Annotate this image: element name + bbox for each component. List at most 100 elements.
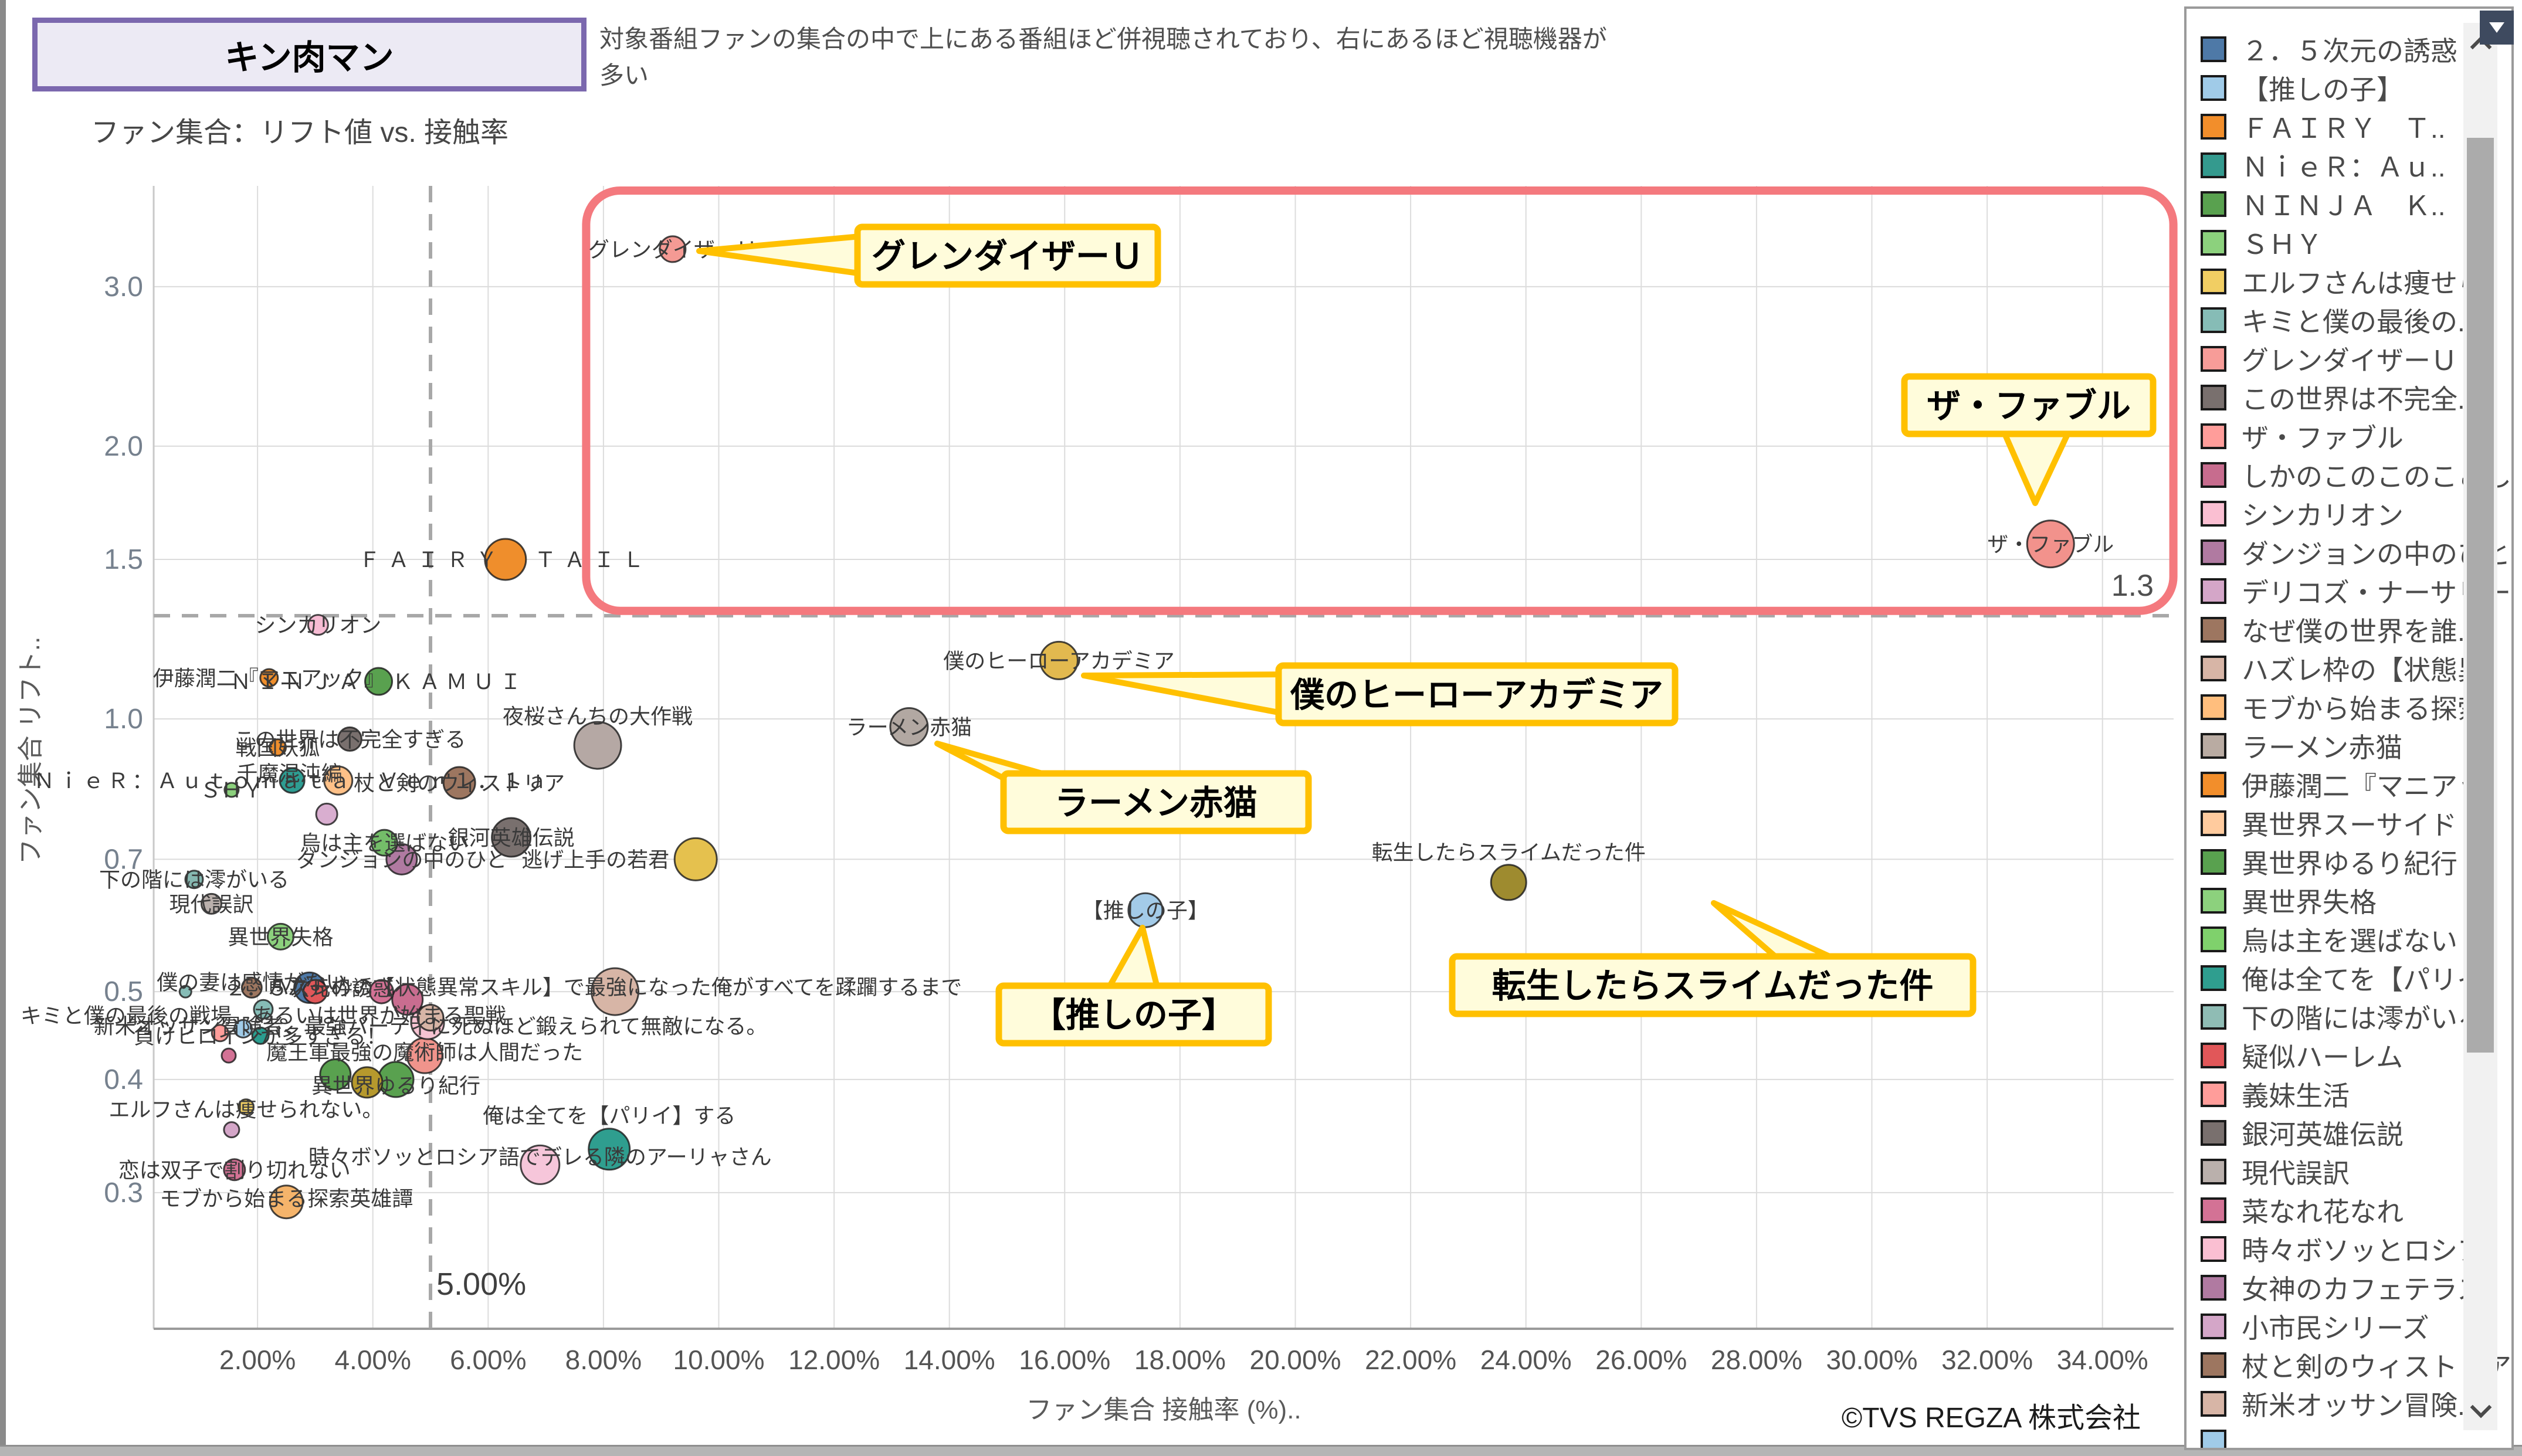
legend-color-swatch [2201,1430,2226,1450]
legend-color-swatch [2201,1120,2226,1146]
legend-item[interactable]: 疑似ハーレム [2201,1036,2435,1075]
legend-item-label: 伊藤潤二『マニアッ.. [2242,765,2500,804]
legend-item[interactable]: 異世界失格 [2201,881,2435,920]
legend-item[interactable]: 異世界ゆるり紀行 [2201,843,2435,881]
legend-item[interactable]: 小市民シリーズ [2201,1307,2435,1346]
legend-color-swatch [2201,230,2226,256]
legend-color-swatch [2201,926,2226,952]
legend-scrollbar[interactable] [2463,23,2497,1430]
legend-item[interactable]: 下の階には澪がいる [2201,997,2435,1036]
legend-item-label: … [2242,1427,2269,1450]
legend-item[interactable]: 時々ボソッとロシア.. [2201,1230,2435,1268]
legend-item[interactable]: グレンダイザーＵ [2201,340,2435,378]
x-tick-label: 16.00% [1019,1345,1110,1375]
legend-item[interactable]: 現代誤訳 [2201,1152,2435,1191]
legend-item[interactable]: 烏は主を選ばない [2201,920,2435,959]
bubble[interactable] [1491,865,1526,900]
legend-scrollbar-thumb[interactable] [2467,138,2494,1053]
legend-item[interactable]: ザ・ファブル [2201,417,2435,456]
legend-item-label: 菜なれ花なれ [2242,1191,2404,1230]
legend-item[interactable]: ハズレ枠の【状態異.. [2201,649,2435,688]
legend-item-label: キミと僕の最後の.. [2242,301,2473,340]
legend-item[interactable]: 銀河英雄伝説 [2201,1114,2435,1152]
bubble-label: 僕のヒーローアカデミア [943,649,1175,673]
legend-item[interactable]: 菜なれ花なれ [2201,1191,2435,1230]
bubble-label: 恋は双子で割り切れない [118,1158,351,1182]
program-title-box[interactable]: キン肉マン [32,18,587,91]
legend-item-label: エルフさんは痩せら.. [2242,262,2500,301]
legend-color-swatch [2201,617,2226,643]
legend-item-label: ＦＡＩＲＹ Ｔ.. [2242,107,2446,146]
legend-item-label: 異世界スーサイド・.. [2242,804,2499,843]
legend-item[interactable]: 伊藤潤二『マニアッ.. [2201,765,2435,804]
bubble-label: 下の階には澪がいる [99,868,289,892]
legend-item-label: 異世界失格 [2242,881,2377,920]
bubble[interactable] [222,1048,236,1063]
legend-item[interactable]: しかのこのこのここし.. [2201,456,2435,494]
legend-item[interactable]: 杖と剣のウィストリア [2201,1346,2435,1384]
legend-item-label: 時々ボソッとロシア.. [2242,1230,2500,1268]
y-tick-label: 1.5 [104,544,143,575]
bubble[interactable] [574,722,621,769]
legend-sort-icon[interactable] [2480,11,2514,45]
legend-item[interactable]: この世界は不完全.. [2201,378,2435,417]
legend-item[interactable]: 新米オッサン冒険.. [2201,1384,2435,1423]
legend-item[interactable]: ＮｉｅＲ：Ａｕ.. [2201,146,2435,185]
bubble-label: 魔王軍最強の魔術師は人間だった [266,1040,583,1064]
callout-label: 転生したらスライムだった件 [1492,967,1934,1005]
legend-item[interactable]: ＦＡＩＲＹ Ｔ.. [2201,107,2435,146]
legend-color-swatch [2201,501,2226,527]
legend-item-label: この世界は不完全.. [2242,378,2473,417]
legend-item[interactable]: ラーメン赤猫 [2201,727,2435,765]
legend-item[interactable]: モブから始まる探索.. [2201,688,2435,727]
bubble[interactable] [674,838,717,880]
x-tick-label: 8.00% [565,1345,642,1375]
legend-item[interactable]: キミと僕の最後の.. [2201,301,2435,340]
legend-color-swatch [2201,1043,2226,1068]
legend-item-label: 現代誤訳 [2242,1152,2350,1191]
legend-item[interactable]: ＮＩＮＪＡ Ｋ.. [2201,185,2435,223]
legend-item-label: ＳＨＹ [2242,223,2323,262]
bubble-label: 銀河英雄伝説 [448,826,575,850]
legend-item-label: 女神のカフェテラス [2242,1268,2484,1307]
legend-item[interactable]: シンカリオン [2201,494,2435,533]
legend-color-swatch [2201,772,2226,797]
legend-color-swatch [2201,1352,2226,1378]
bubble-label: ラーメン赤猫 [846,715,972,739]
bubble-label: 時々ボソッとロシア語でデレる隣のアーリャさん [309,1145,772,1169]
ref-line-lift-label: 1.3 [2111,569,2154,603]
callout-label: 【推しの子】 [1032,996,1236,1034]
legend-item[interactable]: ２．５次元の誘惑 [2201,30,2435,69]
legend-item[interactable]: 【推しの子】 [2201,69,2435,107]
x-tick-label: 22.00% [1365,1345,1456,1375]
callout-label: グレンダイザーＵ [872,237,1144,276]
tableau-dashboard: キン肉マン ファン集合：リフト値 vs. 接触率 対象番組ファンの集合の中で上に… [0,0,2522,1456]
legend-item[interactable]: 義妹生活 [2201,1075,2435,1114]
legend-item[interactable]: ＳＨＹ [2201,223,2435,262]
legend-item[interactable]: ダンジョンの中のひと [2201,533,2435,572]
legend-item[interactable]: エルフさんは痩せら.. [2201,262,2435,301]
legend-item[interactable]: 俺は全てを【パリイ】.. [2201,959,2435,997]
legend-item[interactable]: デリコズ・ナーサリー [2201,572,2435,610]
legend-color-swatch [2201,307,2226,333]
legend-item-label: モブから始まる探索.. [2242,688,2500,727]
y-tick-label: 1.0 [104,704,143,735]
legend-item[interactable]: 異世界スーサイド・.. [2201,804,2435,843]
legend-item-label: 義妹生活 [2242,1075,2350,1114]
scroll-down-icon[interactable] [2470,1397,2492,1418]
legend-item-label: ＮＩＮＪＡ Ｋ.. [2242,185,2446,223]
legend-color-swatch [2201,191,2226,217]
x-tick-label: 34.00% [2057,1345,2148,1375]
legend-item-label: 異世界ゆるり紀行 [2242,843,2457,881]
legend-item[interactable]: … [2201,1423,2435,1450]
bubble[interactable] [316,803,337,824]
legend-color-swatch [2201,152,2226,178]
legend-color-swatch [2201,75,2226,101]
bubble[interactable] [224,1122,239,1138]
legend-item[interactable]: 女神のカフェテラス [2201,1268,2435,1307]
legend-item[interactable]: なぜ僕の世界を誰.. [2201,610,2435,649]
legend-color-swatch [2201,423,2226,449]
bubble-label: ＮＩＮＪＡ ＫＡＭＵＩ [230,670,527,694]
bubble-label: 夜桜さんちの大作戦 [503,704,693,728]
bubble-label: 転生したらスライムだった件 [1372,840,1646,864]
